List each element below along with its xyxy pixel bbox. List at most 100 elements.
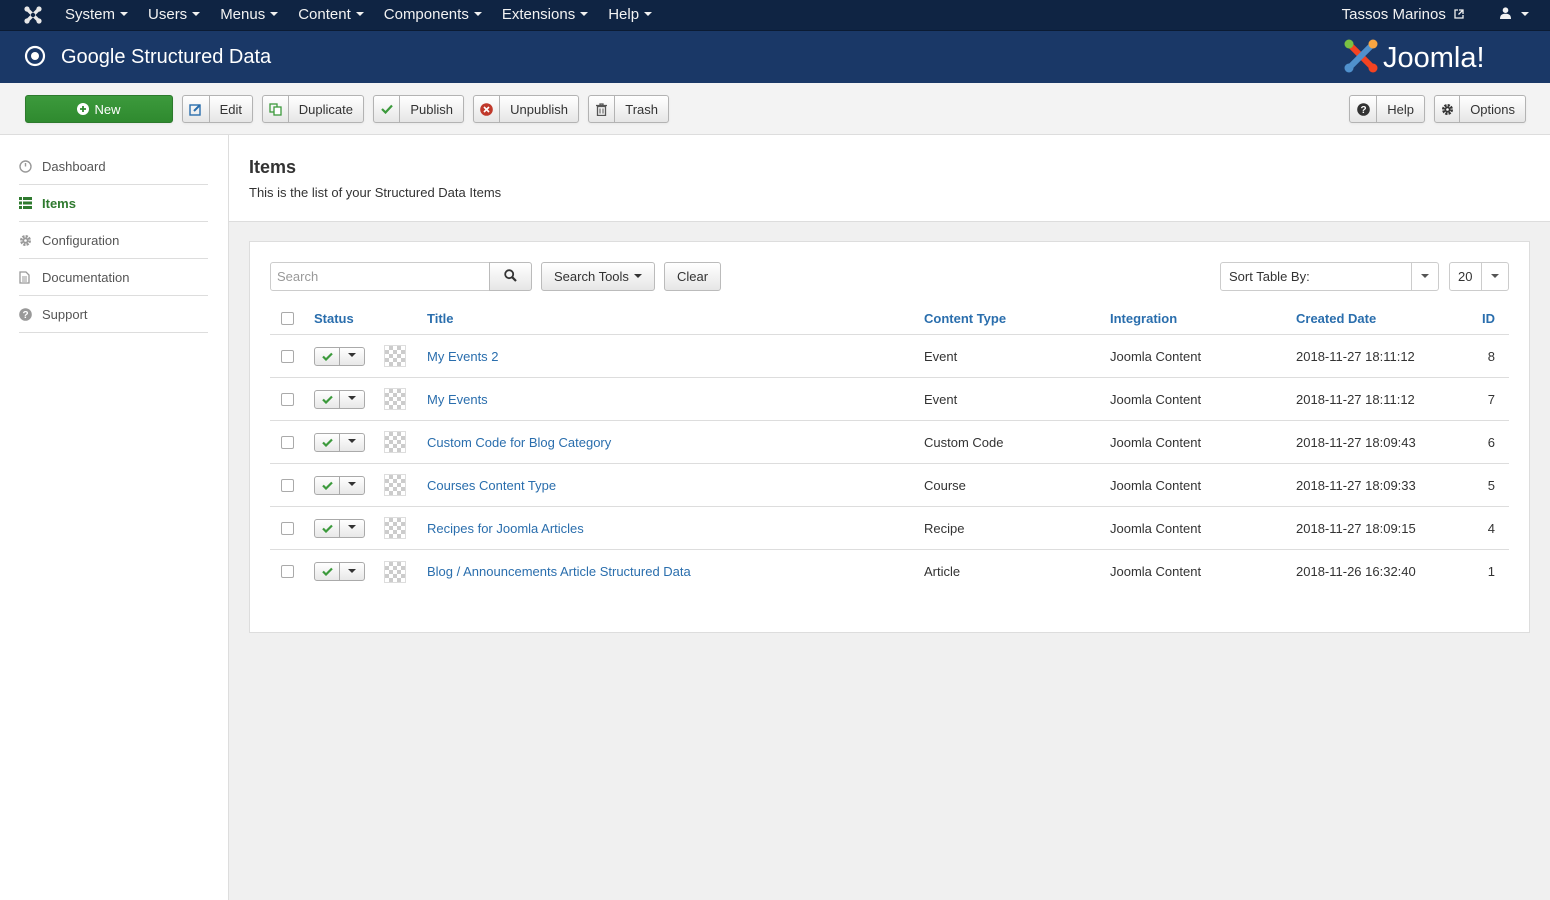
table-row: My Events Event Joomla Content 2018-11-27 1… [270, 378, 1509, 421]
publish-toggle-button[interactable] [315, 347, 340, 365]
check-icon [374, 96, 401, 122]
publish-button[interactable]: Publish [373, 95, 464, 123]
navbar-right: Tassos Marinos [1342, 0, 1532, 30]
title-cell: Recipes for Joomla Articles [427, 507, 584, 549]
item-title-link[interactable]: Blog / Announcements Article Structured … [427, 564, 691, 579]
search-input[interactable] [270, 262, 490, 291]
status-dropdown-button[interactable] [340, 520, 364, 537]
status-cell [314, 335, 365, 377]
id-cell: 1 [1487, 564, 1495, 579]
sidebar-item-documentation[interactable]: Documentation [19, 259, 208, 296]
times-circle-icon [474, 96, 501, 122]
menu-content[interactable]: Content [288, 0, 374, 30]
duplicate-button-label: Duplicate [298, 101, 353, 117]
edit-button[interactable]: Edit [182, 95, 253, 123]
row-checkbox[interactable] [281, 349, 294, 363]
sidebar: Dashboard Items Configuration Documentat… [0, 135, 229, 900]
joomla-icon[interactable] [22, 5, 44, 25]
row-checkbox[interactable] [281, 521, 294, 535]
caret-down-icon [633, 273, 642, 278]
thumbnail-placeholder-image [384, 345, 406, 367]
row-checkbox[interactable] [281, 435, 294, 449]
id-cell: 4 [1487, 520, 1495, 536]
trash-button[interactable]: Trash [588, 95, 669, 123]
menu-system[interactable]: System [55, 0, 138, 30]
caret-down-icon [644, 12, 653, 17]
gear-icon [1435, 96, 1461, 122]
duplicate-button[interactable]: Duplicate [262, 95, 364, 123]
sidebar-item-items[interactable]: Items [19, 185, 208, 222]
new-button[interactable]: New [25, 95, 173, 123]
clear-button[interactable]: Clear [664, 262, 722, 291]
sidebar-item-label: Dashboard [42, 158, 106, 174]
content-type-cell: Course [924, 477, 966, 493]
site-link[interactable]: Tassos Marinos [1342, 0, 1478, 30]
items-table: Status Title Content Type Integration Cr… [270, 302, 1509, 593]
caret-down-icon [473, 12, 482, 17]
status-dropdown-button[interactable] [340, 477, 364, 494]
sort-table-select[interactable]: Sort Table By: [1220, 262, 1439, 291]
caret-down-icon [348, 353, 356, 357]
created-date-cell: 2018-11-27 18:09:33 [1296, 477, 1416, 493]
menu-components[interactable]: Components [374, 0, 492, 30]
search-tools-button[interactable]: Search Tools [541, 262, 655, 291]
item-title-link[interactable]: My Events 2 [427, 349, 499, 364]
row-checkbox[interactable] [281, 565, 294, 578]
sidebar-item-support[interactable]: ? Support [19, 296, 208, 333]
user-menu[interactable] [1478, 0, 1532, 30]
column-id[interactable]: ID [1482, 302, 1495, 334]
menu-extensions[interactable]: Extensions [492, 0, 598, 30]
status-dropdown-button[interactable] [340, 348, 364, 365]
sidebar-menu: Dashboard Items Configuration Documentat… [19, 148, 208, 333]
list-limit-select[interactable]: 20 [1449, 262, 1509, 291]
item-title-link[interactable]: Courses Content Type [427, 478, 556, 493]
sidebar-item-label: Documentation [42, 269, 130, 285]
column-integration[interactable]: Integration [1110, 302, 1177, 334]
status-dropdown-button[interactable] [340, 434, 364, 451]
caret-down-icon [348, 396, 356, 400]
status-dropdown-button[interactable] [340, 391, 364, 408]
menu-help[interactable]: Help [598, 0, 662, 30]
menu-menus[interactable]: Menus [210, 0, 288, 30]
main-content: Items This is the list of your Structure… [229, 135, 1550, 900]
check-icon [321, 395, 333, 404]
publish-toggle-button[interactable] [315, 519, 340, 537]
column-title[interactable]: Title [427, 302, 454, 334]
sidebar-item-configuration[interactable]: Configuration [19, 222, 208, 259]
sidebar-item-dashboard[interactable]: Dashboard [19, 148, 208, 185]
item-title-link[interactable]: Custom Code for Blog Category [427, 435, 611, 450]
item-title-link[interactable]: My Events [427, 392, 488, 407]
help-button[interactable]: ? Help [1349, 95, 1425, 123]
target-icon [24, 45, 46, 67]
title-cell: My Events 2 [427, 335, 499, 377]
menu-extensions-label: Extensions [501, 6, 576, 23]
unpublish-button-label: Unpublish [510, 101, 568, 117]
publish-toggle-button[interactable] [315, 433, 340, 451]
row-checkbox[interactable] [281, 478, 294, 492]
dashboard-icon [19, 159, 42, 173]
clear-button-label: Clear [677, 269, 709, 284]
thumbnail-cell [384, 550, 406, 593]
status-button-group [314, 475, 365, 495]
content-type-cell: Event [924, 348, 958, 364]
search-button[interactable] [489, 262, 532, 291]
publish-toggle-button[interactable] [315, 563, 340, 580]
publish-toggle-button[interactable] [315, 476, 340, 494]
menu-users[interactable]: Users [138, 0, 210, 30]
status-dropdown-button[interactable] [340, 563, 364, 580]
options-button[interactable]: Options [1434, 95, 1526, 123]
thumbnail-cell [384, 378, 406, 420]
unpublish-button[interactable]: Unpublish [473, 95, 579, 123]
column-status[interactable]: Status [314, 302, 354, 334]
publish-toggle-button[interactable] [315, 390, 340, 408]
item-title-link[interactable]: Recipes for Joomla Articles [427, 521, 584, 536]
column-created-date[interactable]: Created Date [1296, 302, 1376, 334]
check-all-checkbox[interactable] [281, 311, 294, 325]
menu-components-label: Components [383, 6, 469, 23]
row-checkbox-cell [281, 421, 294, 463]
status-cell [314, 378, 365, 420]
caret-down-icon [1411, 263, 1438, 290]
svg-text:?: ? [1360, 105, 1366, 116]
row-checkbox[interactable] [281, 392, 294, 406]
column-content-type[interactable]: Content Type [924, 302, 1006, 334]
